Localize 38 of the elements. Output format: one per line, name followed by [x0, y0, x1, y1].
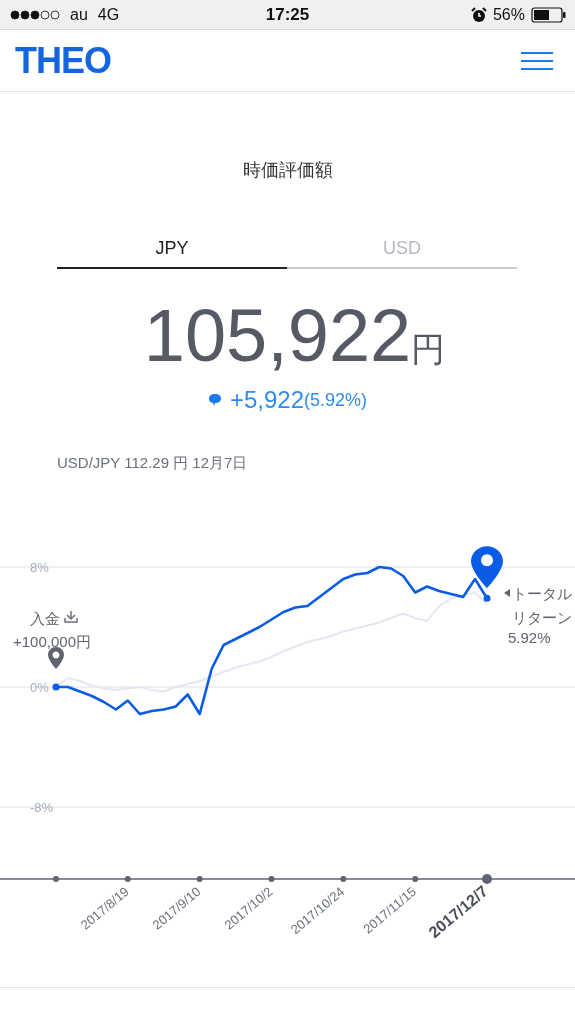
timeline-dot[interactable]: [196, 876, 203, 883]
timeline-dot[interactable]: [53, 876, 59, 883]
timeline-dot[interactable]: [268, 876, 275, 883]
exchange-rate: USD/JPY 112.29 円 12月7日: [57, 454, 249, 474]
timeline-dot[interactable]: [340, 876, 347, 883]
battery-icon: [531, 6, 567, 23]
menu-icon[interactable]: [521, 51, 553, 70]
y-axis-label: 0%: [30, 680, 49, 696]
page-title: 時価評価額: [241, 159, 334, 182]
change-amount: +5,922: [229, 386, 304, 415]
logo[interactable]: THEO: [15, 39, 111, 82]
total-return-label: トータル: [512, 585, 572, 603]
map-pin-icon[interactable]: [471, 546, 503, 589]
clock-text: 17:25: [265, 4, 310, 25]
network-text: 4G: [97, 5, 120, 24]
currency-tab[interactable]: JPY: [57, 238, 287, 269]
start-point: [52, 683, 60, 691]
signal-icon: [10, 9, 60, 20]
timeline-dot[interactable]: [482, 874, 492, 885]
map-pin-icon: [48, 647, 64, 670]
y-axis-label: -8%: [30, 800, 54, 816]
speech-bubble-icon: [207, 393, 222, 408]
total-return-value: 5.92%: [508, 629, 551, 647]
change-percent: (5.92%): [304, 389, 368, 411]
battery-percent: 56%: [492, 5, 525, 24]
alarm-clock-icon: [470, 6, 487, 23]
total-return-label: リターン: [512, 609, 572, 627]
y-axis-label: 8%: [30, 560, 49, 576]
valuation-amount: 105,922: [143, 295, 412, 377]
timeline-dot[interactable]: [124, 876, 131, 883]
end-point[interactable]: [483, 595, 491, 603]
download-icon: [64, 610, 78, 624]
timeline-dot[interactable]: [412, 876, 419, 883]
deposit-amount: +100,000円: [13, 633, 91, 651]
pointer-icon: [504, 589, 510, 598]
deposit-label: 入金: [30, 610, 60, 628]
currency-unit: 円: [411, 329, 446, 370]
carrier-text: au: [70, 5, 88, 24]
